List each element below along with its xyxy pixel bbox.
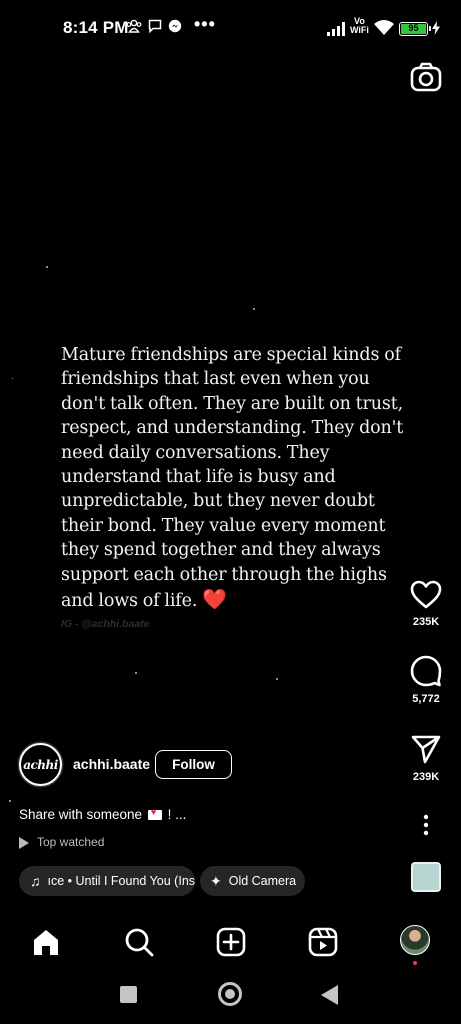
watermark: IG - @achhi.baate [61, 618, 150, 630]
battery-icon: 95 [399, 22, 431, 36]
group-notification-icon [126, 19, 142, 33]
home-button[interactable] [218, 982, 242, 1006]
wifi-icon [374, 20, 394, 35]
camera-icon[interactable] [408, 60, 444, 96]
play-icon [19, 836, 29, 849]
sparkle-icon: ✦ [210, 872, 222, 889]
vowifi-bottom: WiFi [350, 25, 369, 35]
comment-button[interactable]: 5,772 [405, 655, 447, 705]
top-watched-tag[interactable]: Top watched [19, 835, 104, 849]
star [9, 800, 11, 802]
more-options-icon[interactable] [414, 813, 438, 837]
audio-thumbnail[interactable] [411, 862, 441, 892]
star [12, 378, 13, 379]
status-bar: 8:14 PM ••• Vo WiFi 95 [0, 0, 461, 58]
create-icon[interactable] [216, 927, 246, 957]
recents-button[interactable] [120, 986, 137, 1003]
share-count: 239K [412, 771, 440, 783]
reels-icon[interactable] [308, 927, 338, 957]
star [253, 308, 255, 310]
profile-avatar[interactable] [400, 925, 430, 955]
messenger-notification-icon [168, 19, 182, 33]
share-button[interactable]: 239K [405, 733, 447, 783]
notification-dot [413, 961, 417, 965]
author-avatar[interactable]: achhi [19, 743, 62, 786]
music-pill[interactable]: ♫ ıce • Until I Found You (Instr [19, 866, 195, 896]
like-count: 235K [412, 616, 440, 628]
quote-text: Mature friendships are special kinds of … [61, 345, 404, 612]
caption-text: Share with someone [19, 807, 143, 822]
star [135, 672, 137, 674]
vowifi-label: Vo WiFi [350, 17, 369, 35]
heart-icon [410, 580, 442, 609]
more-notifications-icon: ••• [194, 14, 216, 34]
send-icon [411, 735, 441, 764]
follow-button[interactable]: Follow [155, 750, 232, 779]
comment-count: 5,772 [412, 693, 440, 705]
charging-icon [432, 21, 440, 35]
music-note-icon: ♫ [30, 873, 41, 889]
cellular-signal-icon [327, 22, 345, 36]
star [46, 266, 48, 268]
caption[interactable]: Share with someone ! ... [19, 807, 186, 822]
author-username[interactable]: achhi.baate [73, 756, 150, 772]
music-label: ıce • Until I Found You (Instr [47, 874, 196, 888]
back-button[interactable] [321, 985, 338, 1005]
avatar-logo-text: achhi [23, 757, 58, 772]
like-button[interactable]: 235K [405, 580, 447, 628]
caption-more[interactable]: ! ... [168, 807, 187, 822]
home-icon[interactable] [31, 927, 61, 957]
top-watched-label: Top watched [37, 835, 105, 849]
star [276, 678, 278, 680]
message-notification-icon [148, 19, 162, 33]
status-time: 8:14 PM [63, 18, 129, 37]
love-letter-emoji [147, 807, 162, 821]
battery-level: 95 [401, 24, 426, 34]
post-quote: Mature friendships are special kinds of … [61, 343, 411, 613]
comment-icon [410, 655, 442, 687]
heart-emoji: ❤️ [202, 587, 227, 612]
home-button-dot [225, 989, 235, 999]
effect-label: Old Camera [228, 874, 297, 888]
effect-pill[interactable]: ✦ Old Camera [200, 866, 305, 896]
search-icon[interactable] [124, 927, 154, 957]
